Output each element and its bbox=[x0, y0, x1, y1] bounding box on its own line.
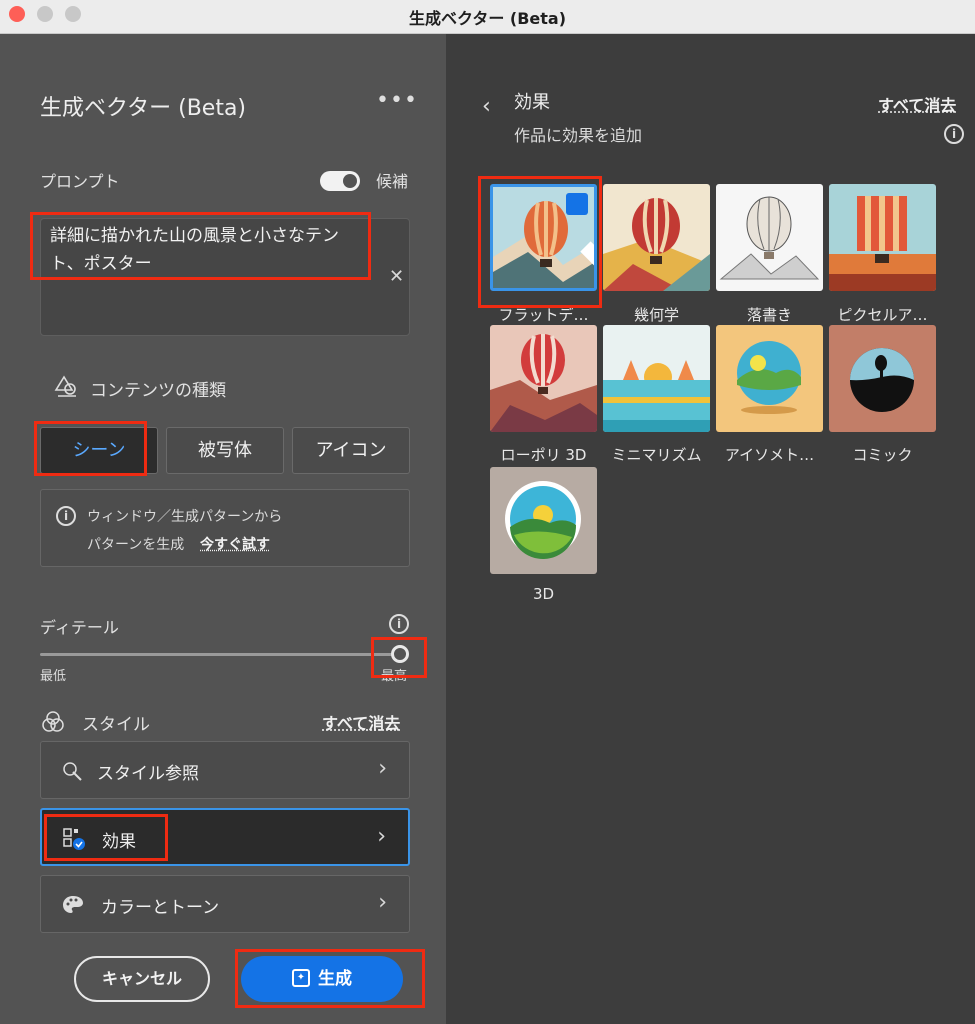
content-type-icon[interactable]: アイコン bbox=[292, 427, 410, 474]
effect-label: ミニマリズム bbox=[611, 446, 702, 464]
info-icon: i bbox=[56, 506, 76, 526]
pattern-info-box bbox=[40, 489, 410, 567]
palette-icon bbox=[63, 896, 83, 913]
try-now-link[interactable]: 今すぐ試す bbox=[200, 534, 270, 554]
highlight-generate bbox=[235, 949, 425, 1008]
effect-label: ローポリ 3D bbox=[500, 446, 587, 464]
effect-thumb-doodle[interactable] bbox=[716, 184, 823, 291]
highlight-flat-design bbox=[478, 176, 602, 308]
clear-prompt-icon[interactable]: ✕ bbox=[389, 266, 404, 287]
effects-subtitle: 作品に効果を追加 bbox=[514, 126, 643, 145]
highlight-scene bbox=[34, 421, 147, 476]
detail-min-label: 最低 bbox=[40, 669, 67, 684]
detail-slider-track[interactable] bbox=[40, 653, 402, 656]
highlight-prompt bbox=[30, 212, 371, 280]
generate-vector-panel: 生成ベクター (Beta) ••• プロンプト 候補 詳細に描かれた山の風景と小… bbox=[0, 34, 446, 1024]
chevron-right-icon: › bbox=[378, 756, 387, 781]
prompt-label: プロンプト bbox=[40, 172, 120, 191]
style-circles-icon bbox=[42, 711, 64, 732]
color-tone-label: カラーとトーン bbox=[101, 898, 220, 918]
style-reference-icon bbox=[63, 762, 82, 781]
style-clear-all[interactable]: すべて消去 bbox=[322, 710, 400, 734]
style-reference-row[interactable]: スタイル参照 › bbox=[40, 741, 410, 799]
effects-title: 効果 bbox=[514, 92, 550, 113]
info-text-line2: パターンを生成 bbox=[87, 537, 185, 553]
cancel-button[interactable]: キャンセル bbox=[74, 956, 210, 1002]
effect-thumb-isometric[interactable] bbox=[716, 325, 823, 432]
effects-panel: ‹ 効果 作品に効果を追加 すべて消去 i フラットデ… 幾何学 落書き ピクセ… bbox=[446, 34, 975, 1024]
more-options-button[interactable]: ••• bbox=[376, 88, 418, 113]
info-text-line1: ウィンドウ／生成パターンから bbox=[87, 509, 283, 525]
effect-label: 3D bbox=[532, 585, 555, 603]
effect-label: 幾何学 bbox=[633, 306, 679, 324]
effect-label: ピクセルア… bbox=[837, 306, 928, 324]
effect-thumb-comic[interactable] bbox=[829, 325, 936, 432]
effect-thumb-low-poly-3d[interactable] bbox=[490, 325, 597, 432]
style-reference-label: スタイル参照 bbox=[97, 764, 199, 784]
effect-label: アイソメト… bbox=[724, 446, 815, 464]
chevron-right-icon: › bbox=[377, 824, 386, 849]
shapes-icon bbox=[54, 375, 76, 397]
effects-clear-all[interactable]: すべて消去 bbox=[878, 92, 956, 116]
effect-thumb-pixel-art[interactable] bbox=[829, 184, 936, 291]
effects-info-icon[interactable]: i bbox=[944, 124, 964, 144]
effect-label: コミック bbox=[852, 446, 913, 464]
effect-thumb-3d[interactable] bbox=[490, 467, 597, 574]
effect-thumb-minimalism[interactable] bbox=[603, 325, 710, 432]
highlight-effects bbox=[44, 814, 168, 861]
chevron-right-icon: › bbox=[378, 890, 387, 915]
effect-label: 落書き bbox=[746, 306, 792, 324]
panel-title: 生成ベクター (Beta) bbox=[40, 96, 247, 121]
detail-label: ディテール bbox=[40, 618, 119, 637]
suggestions-label: 候補 bbox=[376, 172, 409, 191]
effect-thumb-geometric[interactable] bbox=[603, 184, 710, 291]
title-bar: 生成ベクター (Beta) bbox=[0, 0, 975, 34]
style-label: スタイル bbox=[82, 715, 150, 735]
content-type-subject[interactable]: 被写体 bbox=[166, 427, 284, 474]
color-tone-row[interactable]: カラーとトーン › bbox=[40, 875, 410, 933]
highlight-slider bbox=[371, 637, 427, 678]
back-chevron-icon[interactable]: ‹ bbox=[482, 94, 491, 119]
detail-info-icon[interactable]: i bbox=[389, 614, 409, 634]
content-type-label: コンテンツの種類 bbox=[90, 381, 226, 401]
suggestions-toggle[interactable] bbox=[320, 171, 360, 191]
window-title: 生成ベクター (Beta) bbox=[408, 9, 567, 28]
